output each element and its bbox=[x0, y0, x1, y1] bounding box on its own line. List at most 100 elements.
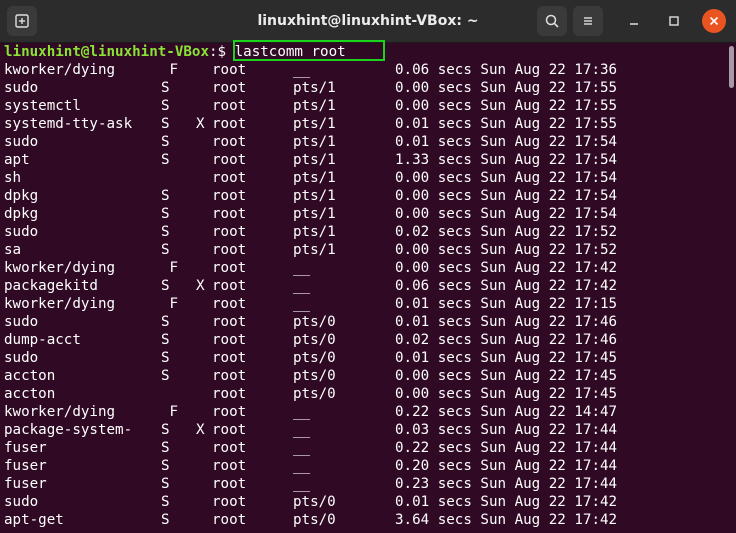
tty-field: pts/1 bbox=[293, 98, 336, 114]
user-field: root bbox=[212, 386, 247, 402]
menu-button[interactable] bbox=[573, 6, 603, 36]
time-field: 0.00 secs Sun Aug 22 17:42 bbox=[395, 260, 618, 276]
output-row: sa Sroot pts/1 0.00 secs Sun Aug 22 17:52 bbox=[4, 241, 724, 259]
output-row: dpkg Sroot pts/1 0.00 secs Sun Aug 22 17:54 bbox=[4, 187, 724, 205]
tty-field: pts/1 bbox=[293, 134, 336, 150]
time-field: 0.00 secs Sun Aug 22 17:55 bbox=[395, 80, 618, 96]
exit-flag-field: X bbox=[196, 422, 205, 438]
output-row: dpkg Sroot pts/1 0.00 secs Sun Aug 22 17:54 bbox=[4, 205, 724, 223]
output-row: sudo Sroot pts/1 0.00 secs Sun Aug 22 17:55 bbox=[4, 79, 724, 97]
time-field: 0.01 secs Sun Aug 22 17:46 bbox=[395, 314, 618, 330]
flag-field: F bbox=[161, 296, 179, 312]
command-name: dpkg bbox=[4, 206, 39, 222]
command-name: dpkg bbox=[4, 188, 39, 204]
command-name: kworker/dying bbox=[4, 260, 116, 276]
output-row: apt-get Sroot pts/0 3.64 secs Sun Aug 22 17… bbox=[4, 511, 724, 529]
command-name: sh bbox=[4, 170, 22, 186]
command-name: sudo bbox=[4, 134, 39, 150]
exit-flag-field: X bbox=[196, 278, 205, 294]
tty-field: __ bbox=[293, 458, 311, 474]
output-row: fuser Sroot __ 0.20 secs Sun Aug 22 17:44 bbox=[4, 457, 724, 475]
user-field: root bbox=[212, 260, 247, 276]
tty-field: pts/0 bbox=[293, 314, 336, 330]
tty-field: __ bbox=[293, 422, 311, 438]
user-field: root bbox=[212, 134, 247, 150]
flag-field: S bbox=[161, 134, 170, 150]
time-field: 0.00 secs Sun Aug 22 17:55 bbox=[395, 98, 618, 114]
user-field: root bbox=[212, 458, 247, 474]
user-field: root bbox=[212, 440, 247, 456]
minimize-button[interactable] bbox=[622, 9, 646, 33]
user-field: root bbox=[212, 350, 247, 366]
user-field: root bbox=[212, 98, 247, 114]
command-name: sudo bbox=[4, 224, 39, 240]
output-row: fuser Sroot __ 0.23 secs Sun Aug 22 17:44 bbox=[4, 475, 724, 493]
user-field: root bbox=[212, 422, 247, 438]
user-field: root bbox=[212, 80, 247, 96]
output-row: apt Sroot pts/1 1.33 secs Sun Aug 22 17:54 bbox=[4, 151, 724, 169]
time-field: 0.22 secs Sun Aug 22 14:47 bbox=[395, 404, 618, 420]
flag-field: F bbox=[161, 404, 179, 420]
command-name: dump-acct bbox=[4, 332, 81, 348]
flag-field: S bbox=[161, 314, 170, 330]
command-name: fuser bbox=[4, 458, 47, 474]
command-name: accton bbox=[4, 386, 56, 402]
tty-field: __ bbox=[293, 440, 311, 456]
user-field: root bbox=[212, 476, 247, 492]
maximize-button[interactable] bbox=[662, 9, 686, 33]
flag-field: S bbox=[161, 458, 170, 474]
flag-field: S bbox=[161, 278, 170, 294]
flag-field: S bbox=[161, 188, 170, 204]
time-field: 0.01 secs Sun Aug 22 17:45 bbox=[395, 350, 618, 366]
flag-field: S bbox=[161, 350, 170, 366]
output-row: fuser Sroot __ 0.22 secs Sun Aug 22 17:44 bbox=[4, 439, 724, 457]
close-icon bbox=[709, 16, 719, 26]
command-name: accton bbox=[4, 368, 56, 384]
output-row: package-system- S Xroot __ 0.03 secs Sun Aug… bbox=[4, 421, 724, 439]
flag-field: S bbox=[161, 98, 170, 114]
time-field: 0.03 secs Sun Aug 22 17:44 bbox=[395, 422, 618, 438]
minimize-icon bbox=[630, 23, 638, 25]
tty-field: pts/1 bbox=[293, 206, 336, 222]
title-bar[interactable]: linuxhint@linuxhint-VBox: ~ bbox=[0, 0, 736, 43]
time-field: 0.02 secs Sun Aug 22 17:46 bbox=[395, 332, 618, 348]
time-field: 0.20 secs Sun Aug 22 17:44 bbox=[395, 458, 618, 474]
flag-field: S bbox=[161, 368, 170, 384]
time-field: 0.01 secs Sun Aug 22 17:54 bbox=[395, 134, 618, 150]
command-name: apt bbox=[4, 152, 30, 168]
time-field: 0.06 secs Sun Aug 22 17:36 bbox=[395, 62, 618, 78]
output-row: sudo Sroot pts/0 0.01 secs Sun Aug 22 17:46 bbox=[4, 313, 724, 331]
user-field: root bbox=[212, 512, 247, 528]
command-name: systemctl bbox=[4, 98, 81, 114]
output-row: sh root pts/1 0.00 secs Sun Aug 22 17:54 bbox=[4, 169, 724, 187]
command-name: systemd-tty-ask bbox=[4, 116, 133, 132]
prompt-line: linuxhint@linuxhint-VBox:$ lastcomm root bbox=[4, 40, 724, 61]
flag-field: F bbox=[161, 62, 179, 78]
output-row: sudo Sroot pts/0 0.01 secs Sun Aug 22 17:45 bbox=[4, 349, 724, 367]
command-name: sa bbox=[4, 242, 22, 258]
user-field: root bbox=[212, 494, 247, 510]
user-field: root bbox=[212, 62, 247, 78]
time-field: 0.01 secs Sun Aug 22 17:15 bbox=[395, 296, 618, 312]
flag-field: S bbox=[161, 422, 170, 438]
scrollbar-thumb[interactable] bbox=[729, 46, 734, 88]
flag-field: S bbox=[161, 512, 170, 528]
time-field: 0.23 secs Sun Aug 22 17:44 bbox=[395, 476, 618, 492]
maximize-icon bbox=[669, 16, 679, 26]
time-field: 0.06 secs Sun Aug 22 17:42 bbox=[395, 278, 618, 294]
time-field: 0.02 secs Sun Aug 22 17:52 bbox=[395, 224, 618, 240]
flag-field: S bbox=[161, 476, 170, 492]
terminal-output[interactable]: linuxhint@linuxhint-VBox:$ lastcomm root… bbox=[0, 40, 724, 533]
tty-field: pts/1 bbox=[293, 116, 336, 132]
command-name: fuser bbox=[4, 440, 47, 456]
flag-field: S bbox=[161, 206, 170, 222]
new-tab-button[interactable] bbox=[7, 6, 37, 36]
output-row: sudo Sroot pts/1 0.01 secs Sun Aug 22 17:54 bbox=[4, 133, 724, 151]
new-tab-icon bbox=[15, 14, 29, 28]
close-button[interactable] bbox=[702, 9, 726, 33]
time-field: 0.22 secs Sun Aug 22 17:44 bbox=[395, 440, 618, 456]
search-button[interactable] bbox=[537, 6, 567, 36]
exit-flag-field: X bbox=[196, 116, 205, 132]
command-name: sudo bbox=[4, 494, 39, 510]
command-name: packagekitd bbox=[4, 278, 98, 294]
